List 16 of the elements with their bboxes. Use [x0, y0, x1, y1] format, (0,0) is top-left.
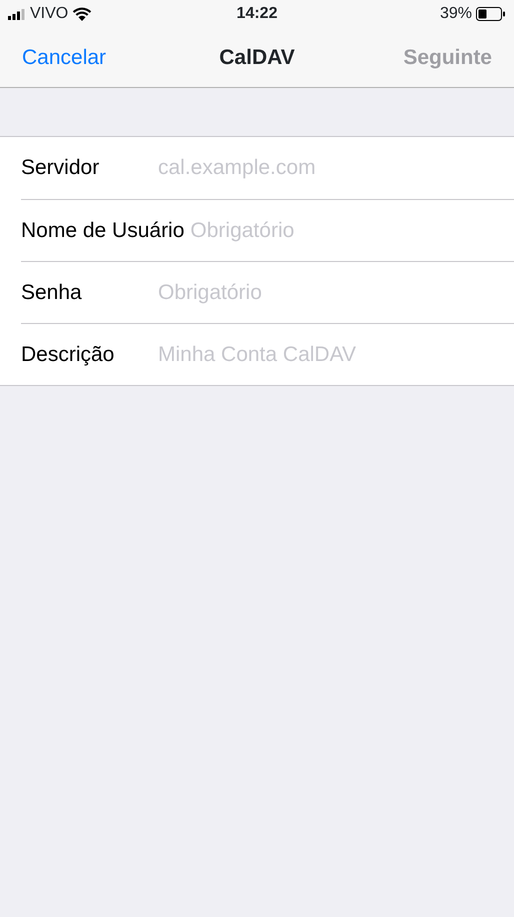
field-label: Senha	[21, 280, 83, 306]
input-field[interactable]: Minha Conta CalDAV	[158, 338, 514, 370]
input-field[interactable]: Obrigatório	[158, 276, 514, 308]
screen-title: CalDAV	[219, 44, 295, 71]
signal-icon	[8, 8, 26, 20]
wifi-icon	[72, 7, 92, 21]
field-label: Descrição	[21, 342, 116, 368]
carrier-name: VIVO	[30, 4, 68, 24]
input-field[interactable]: Obrigatório	[190, 214, 514, 246]
input-field[interactable]: cal.example.com	[158, 152, 514, 184]
battery-icon	[476, 7, 506, 21]
clock-time: 14:22	[236, 4, 278, 24]
field-label: Servidor	[21, 155, 100, 182]
cancel-button[interactable]: Cancelar	[22, 42, 106, 74]
field-label: Nome de Usuário	[21, 218, 186, 244]
battery-percentage: 39%	[440, 4, 472, 24]
